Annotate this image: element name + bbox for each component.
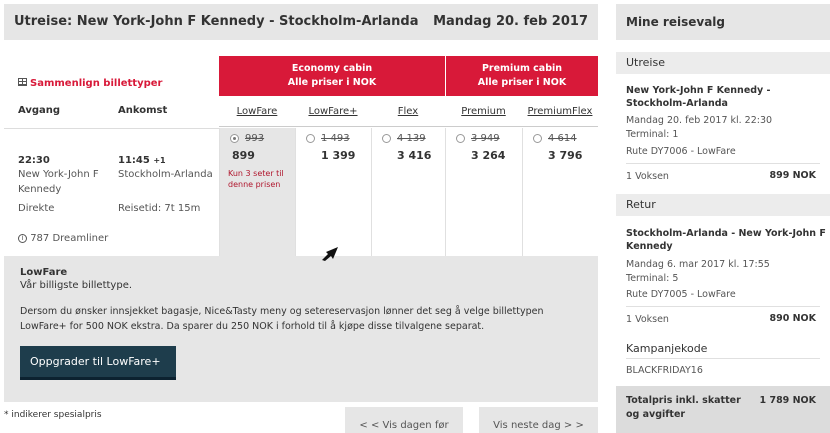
compare-fares-link[interactable]: Sammenlign billettyper [18, 78, 162, 89]
outbound-date: Mandag 20. feb 2017 [433, 14, 588, 29]
fare-info-box: LowFare Vår billigste billettype. Dersom… [4, 256, 598, 402]
departure-place: New York-John F Kennedy [18, 169, 99, 195]
travel-time: Reisetid: 7t 15m [118, 203, 201, 214]
special-price-footnote: * indikerer spesialpris [4, 410, 102, 420]
fare-option-flex[interactable]: 4 139 3 416 [371, 128, 445, 256]
fare-header-lowfare[interactable]: LowFare [219, 103, 295, 127]
trip-summary-panel: Mine reisevalg Utreise New York-John F K… [616, 4, 830, 433]
old-price: 4 614 [548, 133, 577, 144]
next-day-button[interactable]: Vis neste dag > > [479, 407, 598, 433]
old-price: 3 949 [471, 133, 500, 144]
fare-header-premiumflex[interactable]: PremiumFlex [522, 103, 598, 127]
fare-info-title: LowFare [20, 267, 68, 278]
outbound-route: New York-John F Kennedy - Stockholm-Arla… [626, 85, 771, 109]
fare-info-description: Dersom du ønsker innsjekket bagasje, Nic… [20, 306, 544, 332]
departure-time: 22:30 [18, 155, 50, 166]
aircraft-type: 787 Dreamliner [30, 233, 109, 244]
arrival-place: Stockholm-Arlanda [118, 169, 213, 180]
return-datetime: Mandag 6. mar 2017 kl. 17:55 [626, 259, 770, 270]
fare-option-lowfare[interactable]: 993 899 Kun 3 seter til denne prisen [219, 128, 295, 256]
fare-radio-lowfare-plus[interactable] [306, 134, 315, 143]
fare-radio-premium[interactable] [456, 134, 465, 143]
old-price: 4 139 [397, 133, 426, 144]
fare-radio-flex[interactable] [382, 134, 391, 143]
fare-price: 3 796 [548, 149, 583, 162]
divider [626, 163, 820, 164]
stops: Direkte [18, 203, 55, 214]
premium-cabin-header: Premium cabin Alle priser i NOK [445, 56, 598, 96]
outbound-amount: 899 NOK [769, 170, 816, 181]
return-terminal: Terminal: 5 [626, 273, 679, 284]
economy-cabin-header: Economy cabin Alle priser i NOK [219, 56, 445, 96]
divider [626, 358, 820, 359]
campaign-code[interactable]: BLACKFRIDAY16 [626, 364, 826, 377]
premium-cabin-note: Alle priser i NOK [477, 77, 567, 88]
arrival-time-block: 11:45 +1 [118, 153, 166, 168]
outbound-datetime: Mandag 20. feb 2017 kl. 22:30 [626, 115, 773, 126]
old-price: 993 [245, 133, 265, 144]
fare-header-lowfare-plus[interactable]: LowFare+ [295, 103, 371, 127]
outbound-terminal: Terminal: 1 [626, 129, 679, 140]
fare-price: 899 [232, 149, 255, 162]
fare-info-subtitle: Vår billigste billettype. [20, 280, 133, 291]
outbound-route-code: Rute DY7006 - LowFare [626, 146, 736, 157]
outbound-title: Utreise: New York-John F Kennedy - Stock… [14, 14, 419, 29]
outbound-section-header: Utreise [616, 52, 830, 74]
return-amount: 890 NOK [769, 313, 816, 324]
compare-fares-label: Sammenlign billettyper [30, 78, 163, 89]
return-section-header: Retur [616, 194, 830, 216]
info-icon: i [18, 233, 27, 243]
economy-cabin-note: Alle priser i NOK [287, 77, 377, 88]
fare-option-premiumflex[interactable]: 4 614 3 796 [522, 128, 598, 256]
aircraft-info[interactable]: i 787 Dreamliner [18, 231, 108, 246]
upgrade-button[interactable]: Oppgrader til LowFare+ [20, 346, 176, 380]
fare-option-lowfare-plus[interactable]: 1 493 1 399 [295, 128, 371, 256]
economy-cabin-name: Economy cabin [291, 63, 373, 74]
seats-left-notice: Kun 3 seter til denne prisen [228, 169, 284, 189]
fare-option-premium[interactable]: 3 949 3 264 [445, 128, 522, 256]
fare-price: 3 416 [397, 149, 432, 162]
fare-price: 3 264 [471, 149, 506, 162]
previous-day-button[interactable]: < < Vis dagen før [345, 407, 463, 433]
fare-header-flex[interactable]: Flex [371, 103, 445, 127]
mouse-cursor-icon [322, 247, 338, 261]
old-price: 1 493 [321, 133, 350, 144]
trip-summary-title: Mine reisevalg [616, 4, 830, 40]
total-price-label: Totalpris inkl. skatter og avgifter [626, 395, 741, 420]
total-price-amount: 1 789 NOK [759, 395, 816, 406]
fare-price: 1 399 [321, 149, 356, 162]
arrival-column-header: Ankomst [118, 105, 168, 116]
return-route: Stockholm-Arlanda - New York-John F Kenn… [626, 228, 826, 252]
arrival-time: 11:45 [118, 155, 150, 166]
fare-radio-lowfare[interactable] [230, 134, 239, 143]
outbound-panel: Utreise: New York-John F Kennedy - Stock… [4, 4, 598, 433]
arrival-day-offset: +1 [153, 156, 166, 165]
return-route-code: Rute DY7005 - LowFare [626, 289, 736, 300]
total-price-box: Totalpris inkl. skatter og avgifter 1 78… [616, 386, 830, 433]
table-icon [18, 78, 27, 86]
divider [4, 128, 219, 129]
divider [626, 306, 820, 307]
fare-grid: Sammenlign billettyper Avgang Ankomst Ec… [4, 40, 598, 256]
outbound-header: Utreise: New York-John F Kennedy - Stock… [4, 4, 598, 40]
premium-cabin-name: Premium cabin [481, 63, 563, 74]
fare-radio-premiumflex[interactable] [533, 134, 542, 143]
departure-column-header: Avgang [18, 105, 61, 116]
fare-header-premium[interactable]: Premium [445, 103, 522, 127]
campaign-code-label: Kampanjekode [616, 338, 830, 360]
